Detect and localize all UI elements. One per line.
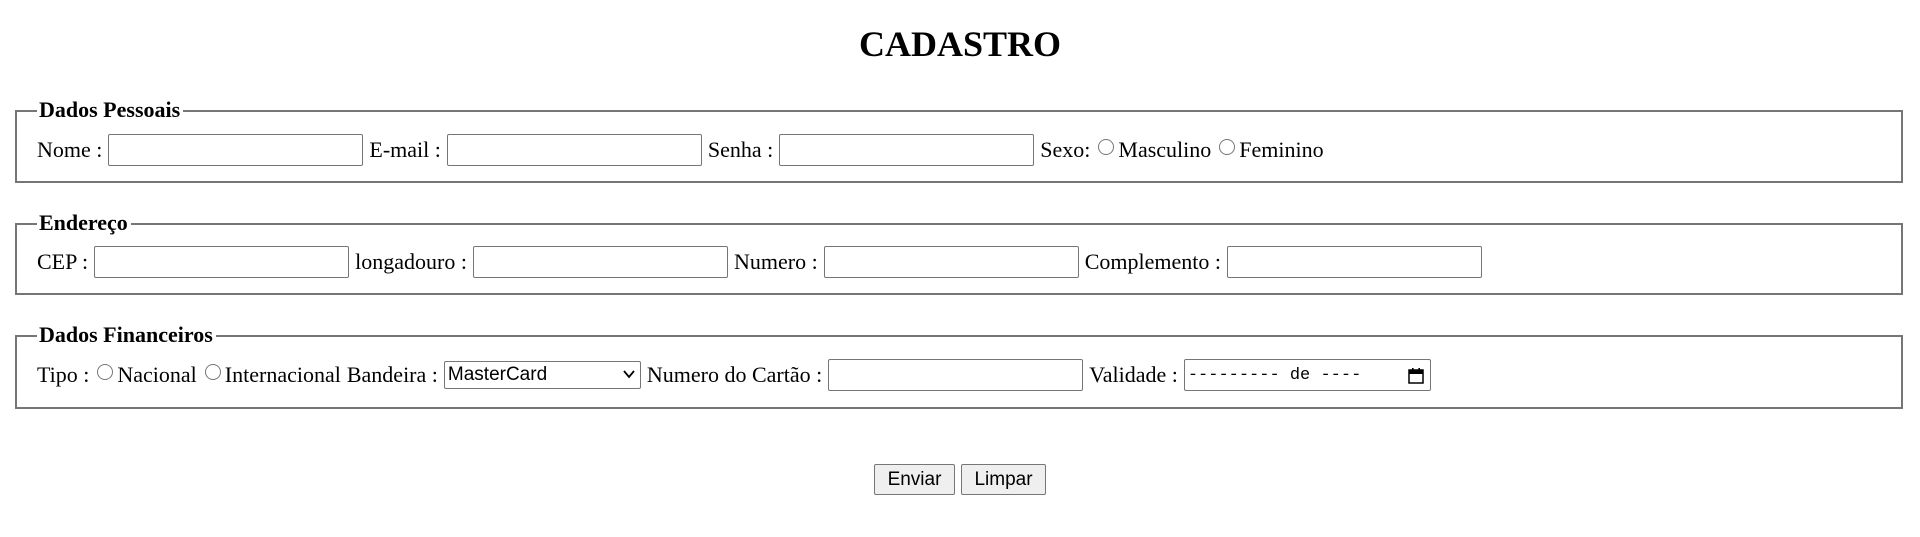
- radio-masculino-label: Masculino: [1118, 137, 1212, 162]
- fieldset-dados-financeiros: Dados Financeiros Tipo : Nacional Intern…: [15, 321, 1903, 409]
- radio-feminino-label: Feminino: [1239, 137, 1324, 162]
- sexo-label: Sexo:: [1040, 137, 1091, 162]
- cep-label: CEP :: [37, 249, 89, 274]
- legend-dados-pessoais: Dados Pessoais: [37, 96, 184, 124]
- radio-internacional-label: Internacional: [224, 362, 341, 387]
- legend-endereco: Endereço: [37, 209, 131, 237]
- calendar-icon[interactable]: [1408, 367, 1424, 384]
- validade-input[interactable]: --------- de ----: [1183, 359, 1431, 391]
- radio-nacional-label: Nacional: [117, 362, 197, 387]
- senha-input[interactable]: [779, 134, 1035, 166]
- email-label: E-mail :: [369, 137, 441, 162]
- bandeira-selected-value: MasterCard: [447, 364, 548, 385]
- logradouro-input[interactable]: [472, 246, 728, 278]
- bandeira-select[interactable]: MasterCard: [443, 361, 641, 389]
- nome-input[interactable]: [108, 134, 364, 166]
- chevron-down-icon: [623, 370, 635, 379]
- row-dados-financeiros: Tipo : Nacional Internacional Bandeira :…: [37, 359, 1431, 391]
- senha-label: Senha :: [707, 137, 774, 162]
- page-title: CADASTRO: [858, 24, 1062, 64]
- legend-dados-financeiros: Dados Financeiros: [37, 321, 216, 349]
- validade-label: Validade :: [1089, 362, 1178, 387]
- row-endereco: CEP : longadouro : Numero : Complemento …: [37, 246, 1488, 278]
- radio-nacional[interactable]: [97, 364, 114, 380]
- nome-label: Nome :: [37, 137, 103, 162]
- numero-input[interactable]: [823, 246, 1079, 278]
- numero-cartao-label: Numero do Cartão :: [646, 362, 823, 387]
- enviar-button[interactable]: Enviar: [874, 464, 955, 495]
- fieldset-endereco: Endereço CEP : longadouro : Numero : Com…: [15, 209, 1903, 295]
- complemento-input[interactable]: [1226, 246, 1482, 278]
- bandeira-label: Bandeira :: [346, 362, 438, 387]
- email-input[interactable]: [446, 134, 702, 166]
- radio-feminino[interactable]: [1219, 139, 1236, 155]
- numero-label: Numero :: [733, 249, 818, 274]
- radio-masculino[interactable]: [1098, 139, 1115, 155]
- fieldset-dados-pessoais: Dados Pessoais Nome : E-mail : Senha : S…: [15, 96, 1903, 183]
- radio-internacional[interactable]: [204, 364, 221, 380]
- complemento-label: Complemento :: [1084, 249, 1221, 274]
- validade-value: --------- de ----: [1187, 365, 1362, 385]
- row-dados-pessoais: Nome : E-mail : Senha : Sexo: Masculino …: [37, 134, 1324, 166]
- limpar-button[interactable]: Limpar: [961, 464, 1046, 495]
- tipo-label: Tipo :: [37, 362, 90, 387]
- cep-input[interactable]: [94, 246, 350, 278]
- numero-cartao-input[interactable]: [828, 359, 1084, 391]
- logradouro-label: longadouro :: [355, 249, 467, 274]
